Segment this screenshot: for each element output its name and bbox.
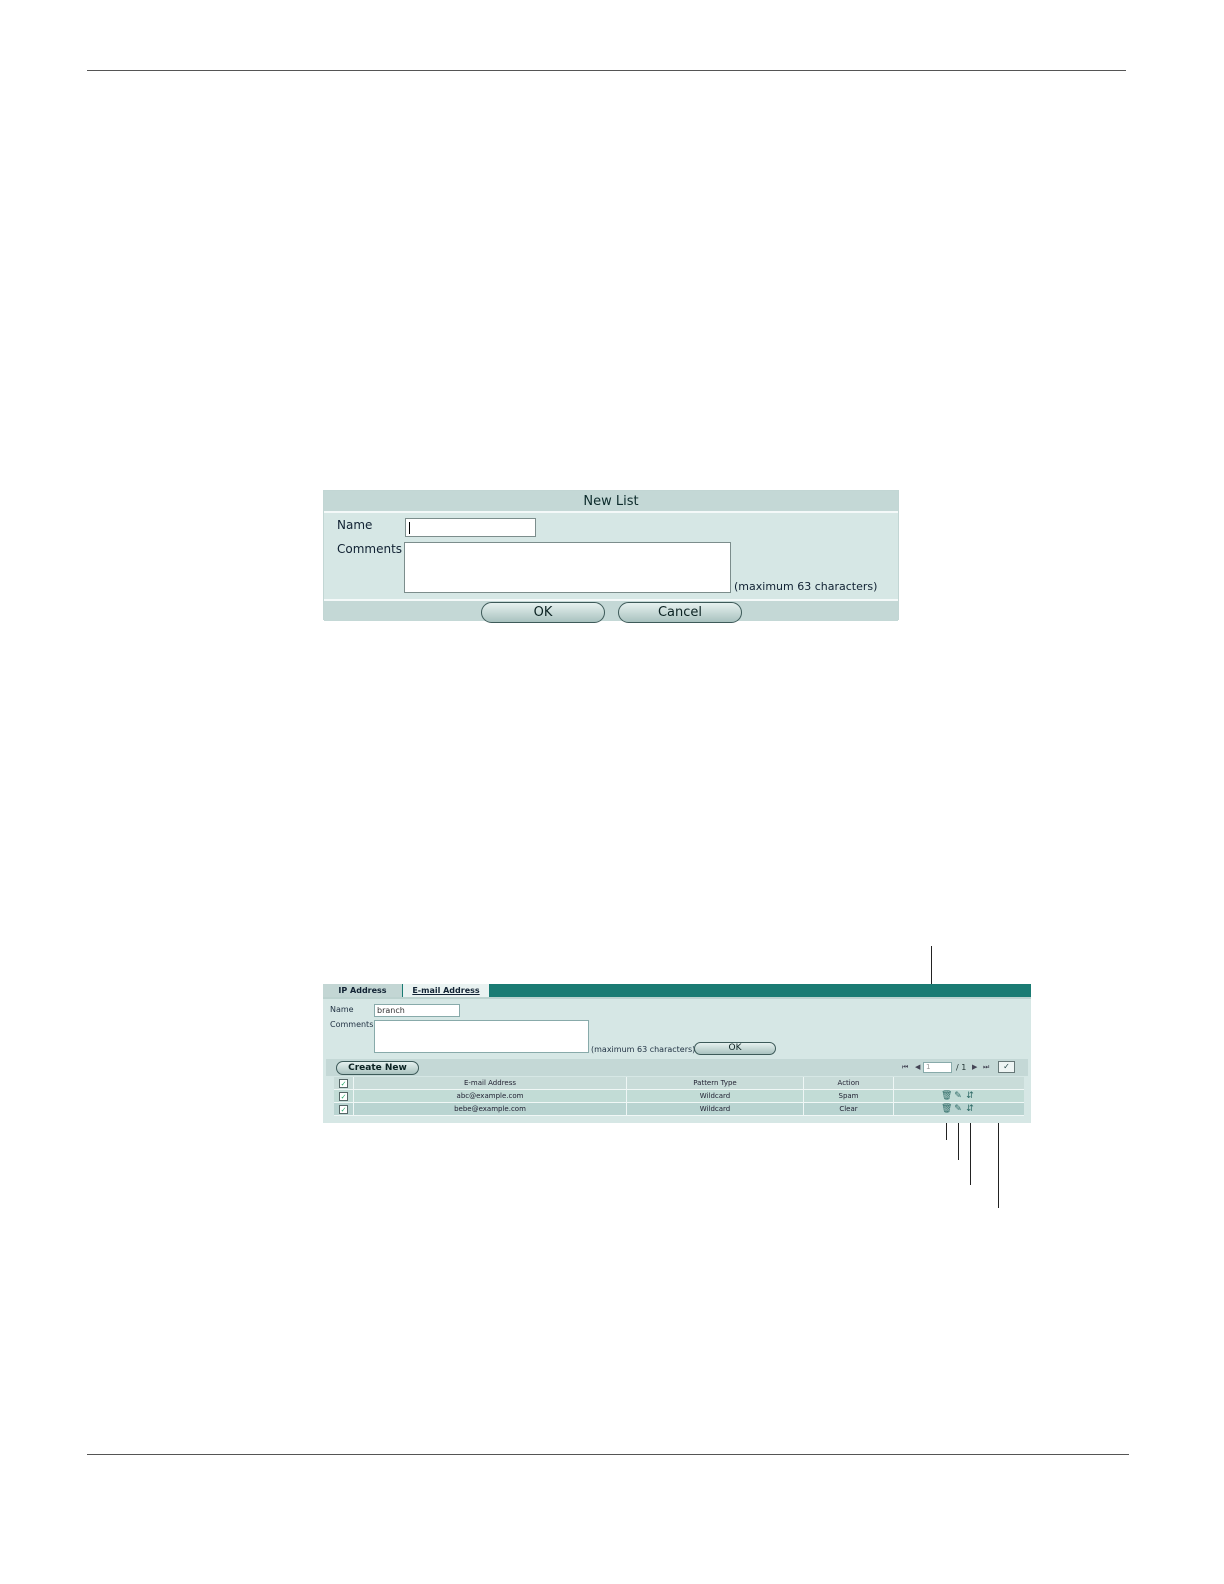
header-rule <box>87 70 1126 71</box>
page-total: / 1 <box>956 1063 967 1072</box>
create-new-button[interactable]: Create New <box>336 1061 419 1075</box>
edit-icon[interactable]: ✎ <box>953 1091 963 1102</box>
select-all-cell: ✓ <box>334 1077 354 1090</box>
name-input[interactable] <box>405 518 536 537</box>
row-checkbox[interactable]: ✓ <box>339 1091 348 1101</box>
delete-icon[interactable]: 🗑 <box>941 1091 952 1102</box>
delete-icon[interactable]: 🗑 <box>941 1104 952 1115</box>
first-page-icon[interactable]: ⏮ <box>902 1063 908 1072</box>
row-checkbox-cell: ✓ <box>334 1090 354 1103</box>
text-cursor <box>409 522 410 534</box>
dialog-footer: OK Cancel <box>324 599 898 623</box>
row-icons-cell: 🗑 ✎ ⇵ <box>894 1103 1024 1116</box>
table-row: ✓ bebe@example.com Wildcard Clear 🗑 ✎ ⇵ <box>334 1103 1024 1116</box>
row-checkbox[interactable]: ✓ <box>339 1104 348 1114</box>
footer-rule <box>87 1454 1129 1455</box>
page-number-input[interactable]: 1 <box>923 1062 952 1073</box>
column-header-action[interactable]: Action <box>804 1077 894 1090</box>
email-list-panel: IP Address E-mail Address Name branch Co… <box>323 984 1031 1123</box>
list-comments-label: Comments <box>330 1020 374 1029</box>
new-list-dialog: New List Name Comments (maximum 63 chara… <box>323 490 899 623</box>
name-label: Name <box>337 518 373 532</box>
last-page-icon[interactable]: ⏭ <box>983 1063 989 1072</box>
column-header-email[interactable]: E-mail Address <box>354 1077 627 1090</box>
pattern-type-cell: Wildcard <box>627 1103 804 1116</box>
edit-icon[interactable]: ✎ <box>953 1104 963 1115</box>
list-max-characters-note: (maximum 63 characters) <box>591 1045 696 1054</box>
comments-textarea[interactable] <box>404 542 731 593</box>
action-cell: Clear <box>804 1103 894 1116</box>
column-header-icons <box>894 1077 1024 1090</box>
tab-email-address[interactable]: E-mail Address <box>403 984 489 997</box>
move-icon[interactable]: ⇵ <box>965 1104 975 1115</box>
tab-ip-address[interactable]: IP Address <box>323 984 402 997</box>
dialog-title: New List <box>324 491 898 513</box>
next-page-icon[interactable]: ▶ <box>972 1063 977 1072</box>
move-icon[interactable]: ⇵ <box>965 1091 975 1102</box>
select-all-checkbox[interactable]: ✓ <box>339 1078 348 1088</box>
table-row: ✓ abc@example.com Wildcard Spam 🗑 ✎ ⇵ <box>334 1090 1024 1103</box>
column-settings-icon[interactable]: ✓ <box>998 1061 1015 1073</box>
tab-bar: IP Address E-mail Address <box>323 984 1031 997</box>
column-header-pattern-type[interactable]: Pattern Type <box>627 1077 804 1090</box>
list-name-label: Name <box>330 1005 354 1014</box>
tab-underline <box>323 997 1031 999</box>
list-name-input[interactable]: branch <box>374 1004 460 1017</box>
ok-button[interactable]: OK <box>481 602 605 623</box>
email-cell: bebe@example.com <box>354 1103 627 1116</box>
row-checkbox-cell: ✓ <box>334 1103 354 1116</box>
list-ok-button[interactable]: OK <box>694 1042 776 1055</box>
callout-move-icon <box>970 1113 971 1185</box>
comments-label: Comments <box>337 542 403 556</box>
list-comments-textarea[interactable] <box>374 1020 589 1053</box>
max-characters-note: (maximum 63 characters) <box>734 580 878 593</box>
table-header-row: ✓ E-mail Address Pattern Type Action <box>334 1077 1024 1090</box>
list-toolbar: Create New ⏮ ◀ 1 / 1 ▶ ⏭ ✓ <box>326 1059 1028 1076</box>
cancel-button[interactable]: Cancel <box>618 602 742 623</box>
pattern-type-cell: Wildcard <box>627 1090 804 1103</box>
previous-page-icon[interactable]: ◀ <box>915 1063 920 1072</box>
row-icons-cell: 🗑 ✎ ⇵ <box>894 1090 1024 1103</box>
email-cell: abc@example.com <box>354 1090 627 1103</box>
action-cell: Spam <box>804 1090 894 1103</box>
